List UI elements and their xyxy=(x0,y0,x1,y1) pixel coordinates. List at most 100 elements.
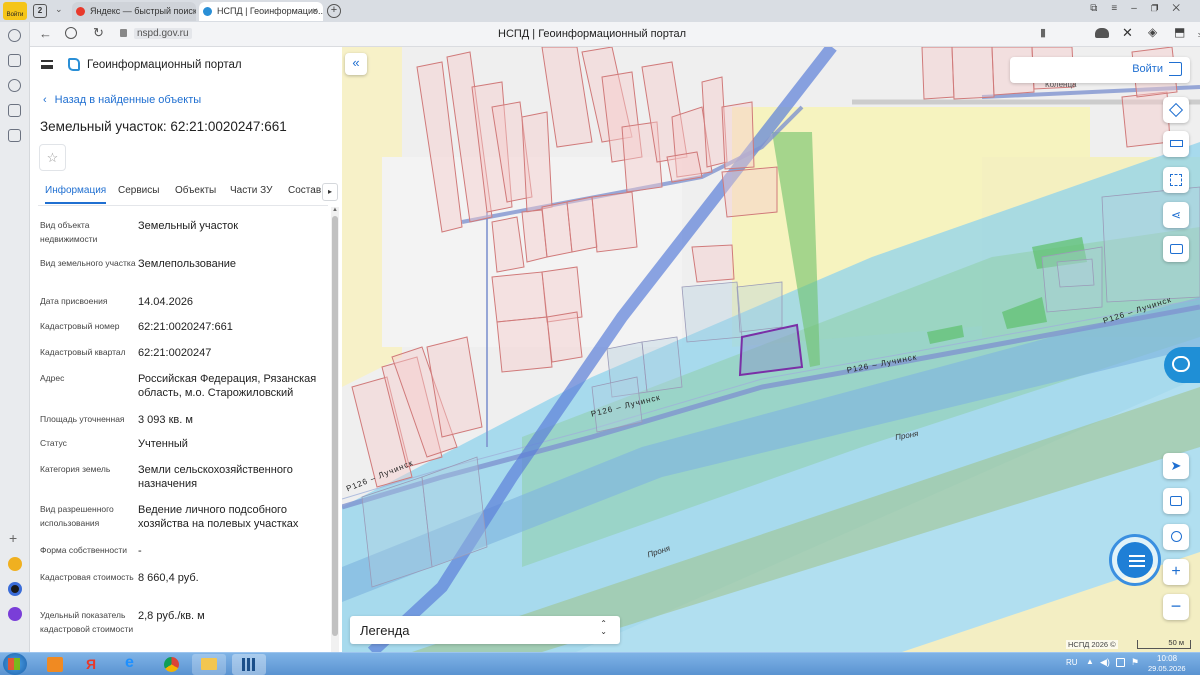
map-canvas[interactable] xyxy=(342,47,1200,652)
reload-icon[interactable]: ↻ xyxy=(93,25,104,41)
field-value[interactable]: 62:21:0020247:661 xyxy=(138,320,338,334)
taskbar-explorer[interactable] xyxy=(192,654,226,675)
extension-icon[interactable] xyxy=(1095,28,1109,38)
field-label: Удельный показатель кадастровой стоимост… xyxy=(40,610,134,634)
tab-title: НСПД | Геоинформацио... xyxy=(217,6,323,16)
restore-icon[interactable]: ❐ xyxy=(1151,3,1173,14)
taskbar-yandex-browser[interactable]: Я xyxy=(77,654,111,675)
share-icon: ⋖ xyxy=(1170,208,1182,222)
tabs-icon[interactable] xyxy=(8,104,21,117)
page-title: НСПД | Геоинформационный портал xyxy=(498,28,687,40)
back-to-results-link[interactable]: ‹ Назад в найденные объекты xyxy=(43,94,201,106)
downloads-icon[interactable] xyxy=(8,129,21,142)
back-arrow-icon[interactable]: ← xyxy=(39,26,52,41)
ie-icon: e xyxy=(125,654,134,671)
minimize-icon[interactable]: – xyxy=(1131,3,1151,14)
clock-time[interactable]: 10:08 xyxy=(1157,654,1177,663)
taskbar-media-player[interactable] xyxy=(38,654,72,675)
start-button[interactable] xyxy=(3,653,27,675)
field-value: Земли сельскохозяйственного назначения xyxy=(138,464,293,490)
tray-arrow-icon[interactable]: ▲ xyxy=(1086,657,1094,666)
flag-icon[interactable]: ⚑ xyxy=(1131,657,1139,668)
scale-label: 50 м xyxy=(1168,638,1184,647)
select-area-button[interactable] xyxy=(1163,167,1189,193)
login-badge[interactable]: Войти xyxy=(3,2,27,20)
tab-list-chevron-icon[interactable]: ⌄ xyxy=(55,4,63,15)
chat-lines-icon xyxy=(1129,555,1145,567)
add-icon[interactable]: + xyxy=(9,530,17,546)
tabs-scroll-right-button[interactable]: ▸ xyxy=(322,183,338,201)
collections-icon[interactable] xyxy=(8,54,21,67)
hamburger-menu-icon[interactable] xyxy=(41,60,53,69)
close-window-icon[interactable]: ✕ xyxy=(1172,3,1194,14)
legend-dropdown[interactable]: Легенда ⌃ ⌄ xyxy=(350,616,620,644)
chrome-icon xyxy=(164,657,179,672)
extension-icon[interactable]: ⬒ xyxy=(1174,25,1185,39)
scrollbar-thumb[interactable] xyxy=(332,216,338,636)
extension-icon[interactable]: ◈ xyxy=(1148,25,1157,39)
zoom-in-button[interactable]: + xyxy=(1163,559,1189,585)
tab-yandex[interactable]: Яндекс — быстрый поиск xyxy=(72,2,196,21)
locate-button[interactable]: ➤ xyxy=(1163,453,1189,479)
messenger-icon[interactable] xyxy=(8,607,22,621)
login-button[interactable]: Войти xyxy=(1010,57,1190,83)
expand-chevrons-icon: ⌃ ⌄ xyxy=(600,619,607,636)
tab-parts[interactable]: Части ЗУ xyxy=(230,185,272,196)
new-tab-button[interactable]: + xyxy=(327,4,341,18)
field-label: Вид разрешенного использования xyxy=(40,504,114,528)
measure-button[interactable] xyxy=(1163,131,1189,157)
browser-sidebar: + xyxy=(0,22,30,652)
field-value: 8 660,4 руб. xyxy=(138,572,199,584)
tab-composition[interactable]: Состав xyxy=(288,185,321,196)
language-indicator[interactable]: RU xyxy=(1066,658,1078,667)
music-icon[interactable] xyxy=(8,557,22,571)
scale-bar: 50 м xyxy=(1137,638,1191,649)
protect-icon[interactable] xyxy=(65,27,77,39)
scrollbar-up-arrow[interactable]: ▲ xyxy=(331,207,339,215)
tab-count-badge[interactable]: 2 xyxy=(33,4,47,18)
taskbar-apps[interactable] xyxy=(232,654,266,675)
media-icon[interactable] xyxy=(8,79,21,92)
search-location-button[interactable] xyxy=(1163,524,1189,550)
field-label: Кадастровая стоимость xyxy=(40,572,134,582)
alice-icon[interactable] xyxy=(8,582,22,596)
share-button[interactable]: ⋖ xyxy=(1163,202,1189,228)
basemap-button[interactable] xyxy=(1163,488,1189,514)
volume-icon[interactable]: ◀) xyxy=(1100,657,1110,668)
bookmark-icon[interactable]: ▮ xyxy=(1040,26,1046,39)
portal-title: Геоинформационный портал xyxy=(87,59,242,71)
zoom-out-button[interactable]: − xyxy=(1163,594,1189,620)
map-view[interactable]: Р126 – Лучинск Р126 – Лучинск Р126 – Луч… xyxy=(342,47,1200,652)
close-tab-icon[interactable]: × xyxy=(312,2,318,21)
taskbar-chrome[interactable] xyxy=(155,654,189,675)
chat-assistant-button[interactable] xyxy=(1109,534,1161,586)
tab-nspd[interactable]: НСПД | Геоинформацио... × xyxy=(199,2,323,21)
assistant-side-button[interactable] xyxy=(1164,347,1200,383)
network-icon[interactable] xyxy=(1116,658,1125,667)
field-value: Земельный участок xyxy=(138,220,239,232)
url-field[interactable]: nspd.gov.ru xyxy=(134,28,192,39)
menu-icon[interactable]: ≡ xyxy=(1111,3,1131,14)
field-label: Форма собственности xyxy=(40,545,127,555)
address-bar: ← ↻ nspd.gov.ru НСПД | Геоинформационный… xyxy=(30,22,1200,47)
tab-information[interactable]: Информация xyxy=(45,185,107,204)
field-label: Дата присвоения xyxy=(40,296,108,306)
history-icon[interactable] xyxy=(8,29,21,42)
tab-objects[interactable]: Объекты xyxy=(175,185,216,196)
folder-icon xyxy=(201,658,217,670)
tab-services[interactable]: Сервисы xyxy=(118,185,159,196)
collapse-panel-button[interactable]: « xyxy=(345,53,367,75)
print-button[interactable] xyxy=(1163,236,1189,262)
taskbar-ie[interactable]: e xyxy=(116,654,150,675)
field-value: Ведение личного подсобного хозяйства на … xyxy=(138,504,299,530)
collections-icon[interactable]: ⧉ xyxy=(1090,3,1111,14)
field-value[interactable]: 62:21:0020247 xyxy=(138,346,338,360)
navigation-arrow-icon: ➤ xyxy=(1170,458,1182,473)
layers-button[interactable] xyxy=(1163,97,1189,123)
extension-icon[interactable]: ✕ xyxy=(1122,25,1133,41)
yandex-browser-icon: Я xyxy=(86,656,97,672)
favorite-star-button[interactable]: ☆ xyxy=(39,144,66,171)
panel-scrollbar[interactable]: ▲ xyxy=(331,207,339,652)
tabs-divider xyxy=(38,205,328,206)
clock-date[interactable]: 29.05.2026 xyxy=(1148,664,1186,673)
